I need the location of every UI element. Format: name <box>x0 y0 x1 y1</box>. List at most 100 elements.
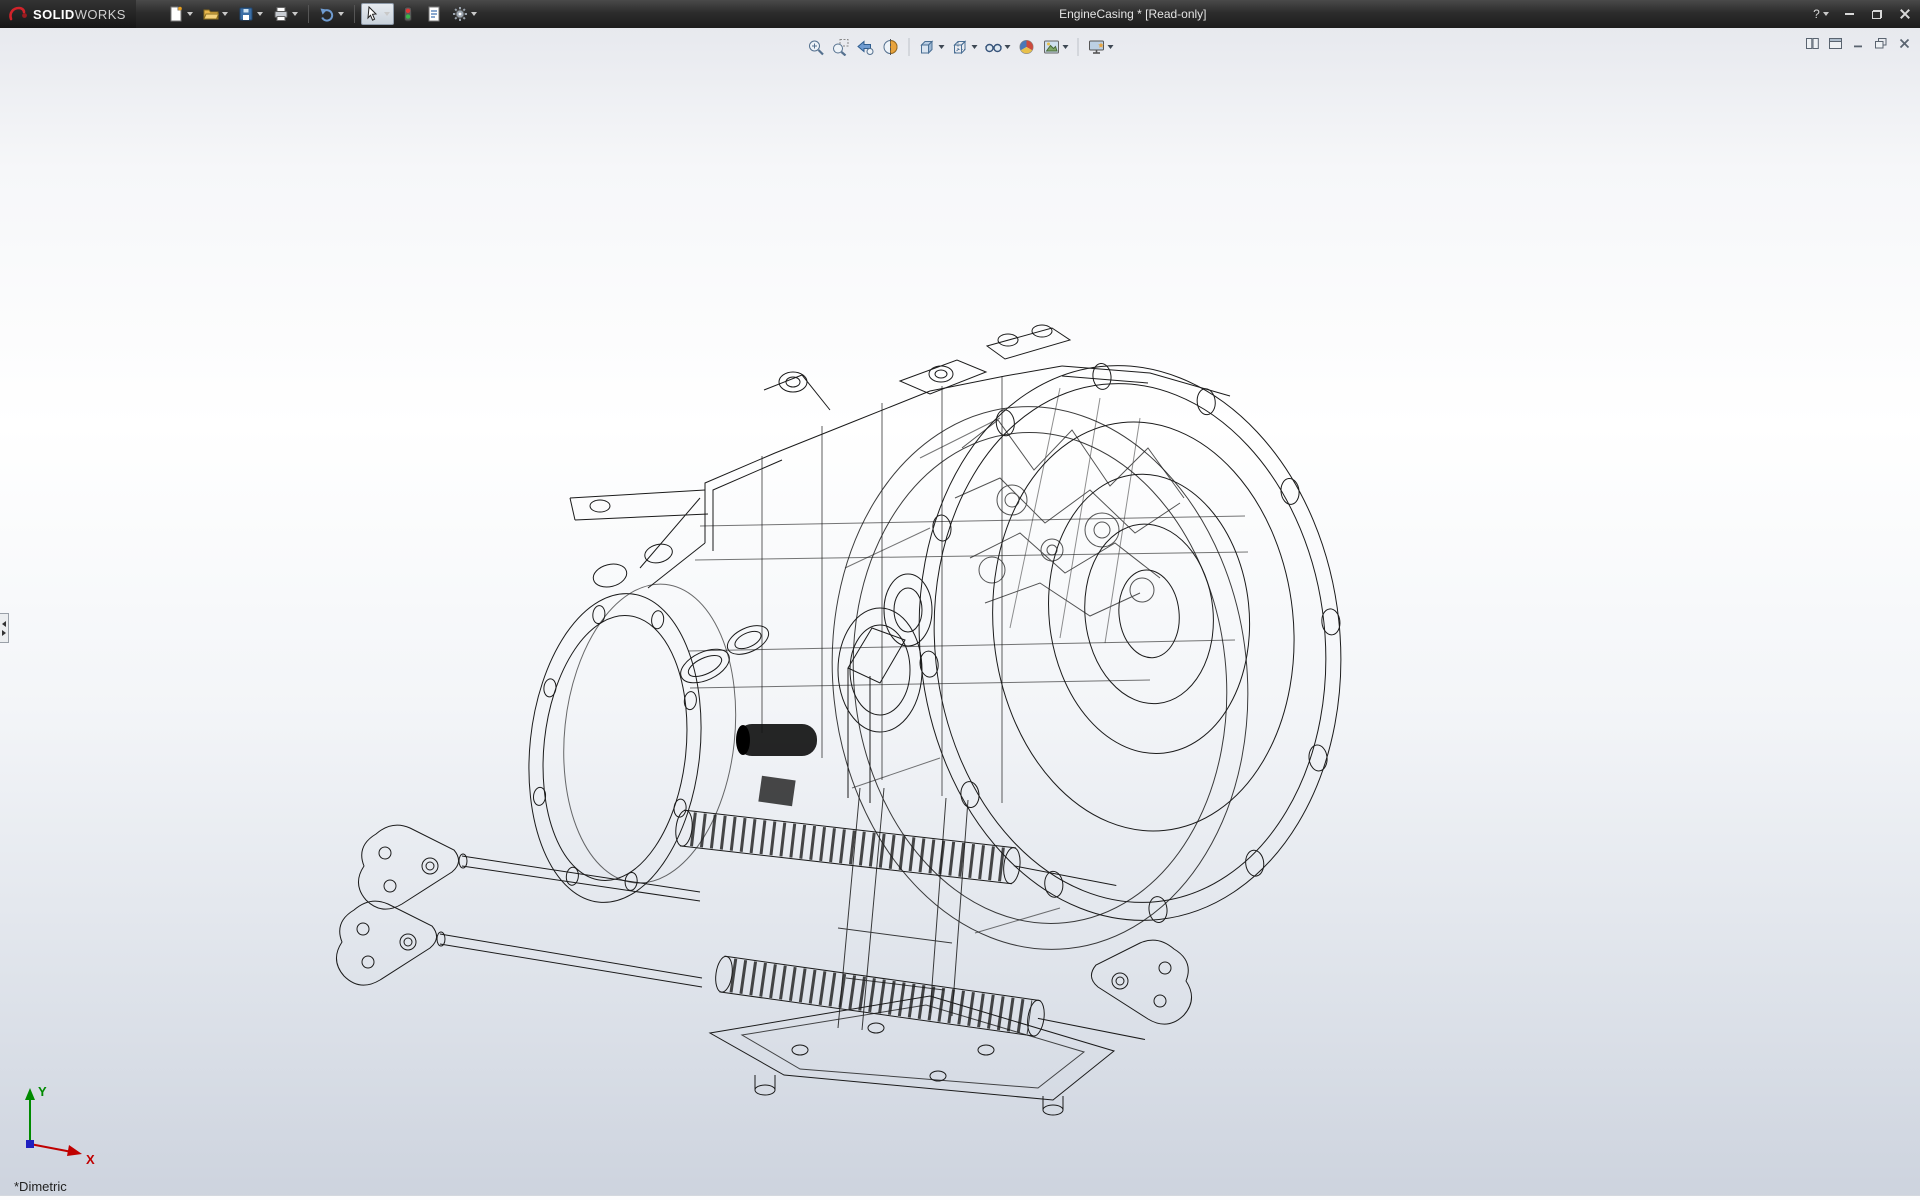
select-button[interactable] <box>361 3 394 25</box>
doc-close-icon <box>1899 38 1910 49</box>
zoom-to-area-button[interactable] <box>830 36 852 58</box>
save-button[interactable] <box>234 3 267 25</box>
toolbar-separator <box>1078 38 1079 56</box>
minimize-button[interactable] <box>1840 5 1858 23</box>
left-flange-disc <box>514 529 754 914</box>
minimize-icon <box>1845 13 1854 15</box>
toolbar-separator <box>354 5 355 23</box>
zoom-to-fit-icon <box>807 38 825 56</box>
chevron-right-icon <box>2 630 6 636</box>
dassault-systemes-logo-icon <box>8 6 28 22</box>
rear-flange-ring <box>806 386 1275 970</box>
graphics-viewport[interactable]: Y X *Dimetric <box>0 28 1920 1200</box>
open-button[interactable] <box>199 3 232 25</box>
chevron-down-icon <box>471 12 477 16</box>
options-gear-icon <box>452 6 468 22</box>
view-settings-monitor-icon <box>1088 38 1106 56</box>
window-controls: ? <box>1812 0 1914 28</box>
view-orientation-button[interactable] <box>917 36 947 58</box>
zoom-to-area-icon <box>832 38 850 56</box>
section-view-icon <box>882 38 900 56</box>
document-window-controls <box>1804 36 1912 50</box>
feature-manager-splitter-tab[interactable] <box>0 613 9 643</box>
doc-split-pane-button[interactable] <box>1804 36 1820 50</box>
left-lug-upper <box>358 825 458 909</box>
help-button[interactable]: ? <box>1812 5 1830 23</box>
chevron-down-icon <box>972 45 978 49</box>
new-button[interactable] <box>164 3 197 25</box>
right-lug <box>1091 940 1191 1024</box>
chevron-down-icon <box>187 12 193 16</box>
brand-text: SOLIDWORKS <box>33 7 126 22</box>
apply-scene-button[interactable] <box>1041 36 1071 58</box>
heads-up-view-toolbar <box>805 36 1116 58</box>
file-properties-button[interactable] <box>422 3 446 25</box>
doc-restore-button[interactable] <box>1873 36 1889 50</box>
view-orientation-label: *Dimetric <box>14 1179 67 1194</box>
standard-toolbar <box>136 3 481 25</box>
close-icon <box>1900 9 1910 19</box>
hide-show-items-button[interactable] <box>983 36 1013 58</box>
chevron-down-icon <box>1005 45 1011 49</box>
scene-photo-icon <box>1043 38 1061 56</box>
glasses-icon <box>985 38 1003 56</box>
triad-x-arrow <box>67 1145 82 1156</box>
zoom-to-fit-button[interactable] <box>805 36 827 58</box>
brand-works: WORKS <box>75 7 126 22</box>
print-button[interactable] <box>269 3 302 25</box>
doc-minimize-icon <box>1853 38 1864 48</box>
window-title: EngineCasing * [Read-only] <box>1059 0 1206 28</box>
crankcase-body <box>640 366 1248 803</box>
edit-appearance-button[interactable] <box>1016 36 1038 58</box>
view-orientation-cube-icon <box>919 38 937 56</box>
triad-y-label: Y <box>38 1084 47 1099</box>
doc-restore-icon <box>1875 38 1887 49</box>
view-settings-button[interactable] <box>1086 36 1116 58</box>
toolbar-separator <box>308 5 309 23</box>
chevron-down-icon <box>222 12 228 16</box>
upper-spring <box>674 809 1119 895</box>
new-document-icon <box>168 6 184 22</box>
solidworks-brand: SOLIDWORKS <box>0 0 136 28</box>
doc-minimize-button[interactable] <box>1850 36 1866 50</box>
chevron-down-icon <box>1063 45 1069 49</box>
options-button[interactable] <box>448 3 481 25</box>
brand-solid: SOLID <box>33 7 75 22</box>
engine-casing-wireframe-model[interactable] <box>0 28 1920 1200</box>
rebuild-button[interactable] <box>396 3 420 25</box>
open-folder-icon <box>203 6 219 22</box>
chevron-down-icon <box>292 12 298 16</box>
solidworks-window: SOLIDWORKS <box>0 0 1920 1200</box>
appearance-sphere-icon <box>1018 38 1036 56</box>
reference-triad: Y X <box>14 1074 114 1174</box>
titlebar: SOLIDWORKS <box>0 0 1920 28</box>
chevron-down-icon <box>384 12 390 16</box>
chevron-down-icon <box>338 12 344 16</box>
chevron-down-icon <box>1108 45 1114 49</box>
section-view-button[interactable] <box>880 36 902 58</box>
previous-view-button[interactable] <box>855 36 877 58</box>
file-properties-icon <box>426 6 442 22</box>
print-icon <box>273 6 289 22</box>
internal-mechanism <box>955 388 1184 643</box>
tie-rods <box>437 854 702 987</box>
chevron-down-icon <box>257 12 263 16</box>
undo-button[interactable] <box>315 3 348 25</box>
status-strip <box>0 1195 1920 1200</box>
select-cursor-icon <box>365 6 381 22</box>
triad-z-origin <box>26 1140 34 1148</box>
display-style-cube-icon <box>952 38 970 56</box>
dark-pin <box>736 724 817 756</box>
doc-single-pane-button[interactable] <box>1827 36 1843 50</box>
rebuild-traffic-light-icon <box>400 6 416 22</box>
split-pane-icon <box>1806 38 1819 49</box>
close-button[interactable] <box>1896 5 1914 23</box>
doc-close-button[interactable] <box>1896 36 1912 50</box>
left-lug-lower <box>336 901 436 985</box>
single-pane-icon <box>1829 38 1842 49</box>
base-plate <box>710 996 1114 1115</box>
triad-x-label: X <box>86 1152 95 1167</box>
display-style-button[interactable] <box>950 36 980 58</box>
restore-button[interactable] <box>1868 5 1886 23</box>
toolbar-separator <box>909 38 910 56</box>
